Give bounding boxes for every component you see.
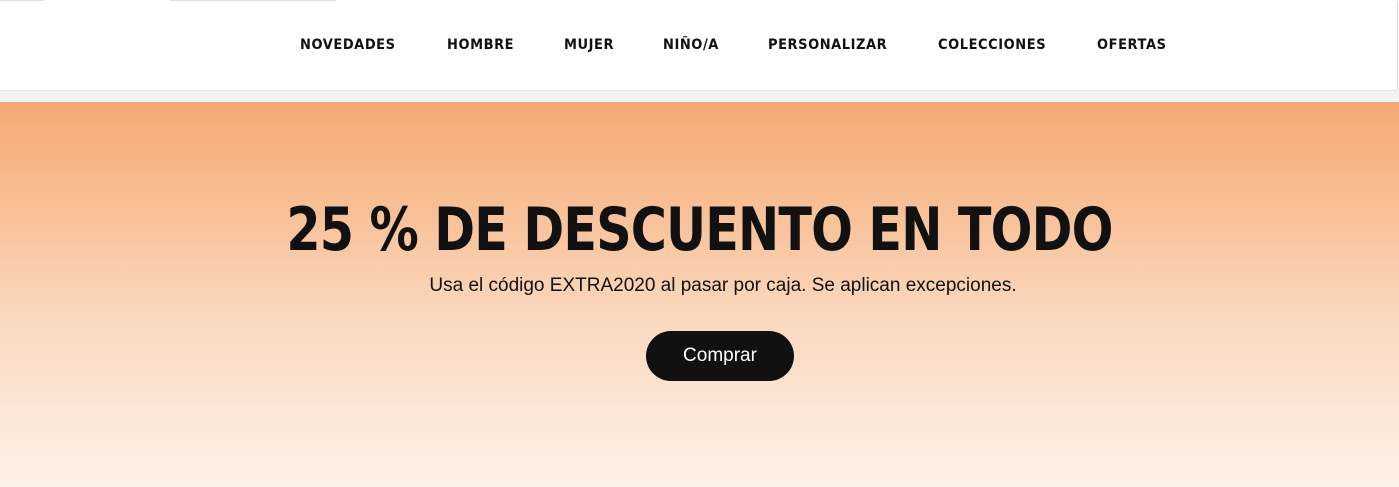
nav-item-novedades[interactable]: NOVEDADES: [300, 37, 396, 53]
tab-edge: [170, 0, 336, 1]
nav-list: NOVEDADES HOMBRE MUJER NIÑO/A PERSONALIZ…: [300, 37, 1172, 53]
promo-banner: 25 % DE DESCUENTO EN TODO Usa el código …: [0, 102, 1399, 487]
main-nav: NOVEDADES HOMBRE MUJER NIÑO/A PERSONALIZ…: [0, 2, 1398, 91]
shop-button[interactable]: Comprar: [646, 331, 794, 381]
tab-edge: [0, 0, 44, 1]
nav-item-nino[interactable]: NIÑO/A: [663, 37, 719, 53]
nav-item-mujer[interactable]: MUJER: [564, 37, 614, 53]
nav-separator-band: [0, 91, 1399, 102]
nav-item-colecciones[interactable]: COLECCIONES: [938, 37, 1046, 53]
scrollbar-edge: [1397, 2, 1398, 90]
nav-item-personalizar[interactable]: PERSONALIZAR: [768, 37, 887, 53]
promo-subtitle: Usa el código EXTRA2020 al pasar por caj…: [429, 275, 1017, 296]
nav-item-hombre[interactable]: HOMBRE: [447, 37, 514, 53]
nav-item-ofertas[interactable]: OFERTAS: [1097, 37, 1167, 53]
promo-title: 25 % DE DESCUENTO EN TODO: [286, 195, 1113, 265]
